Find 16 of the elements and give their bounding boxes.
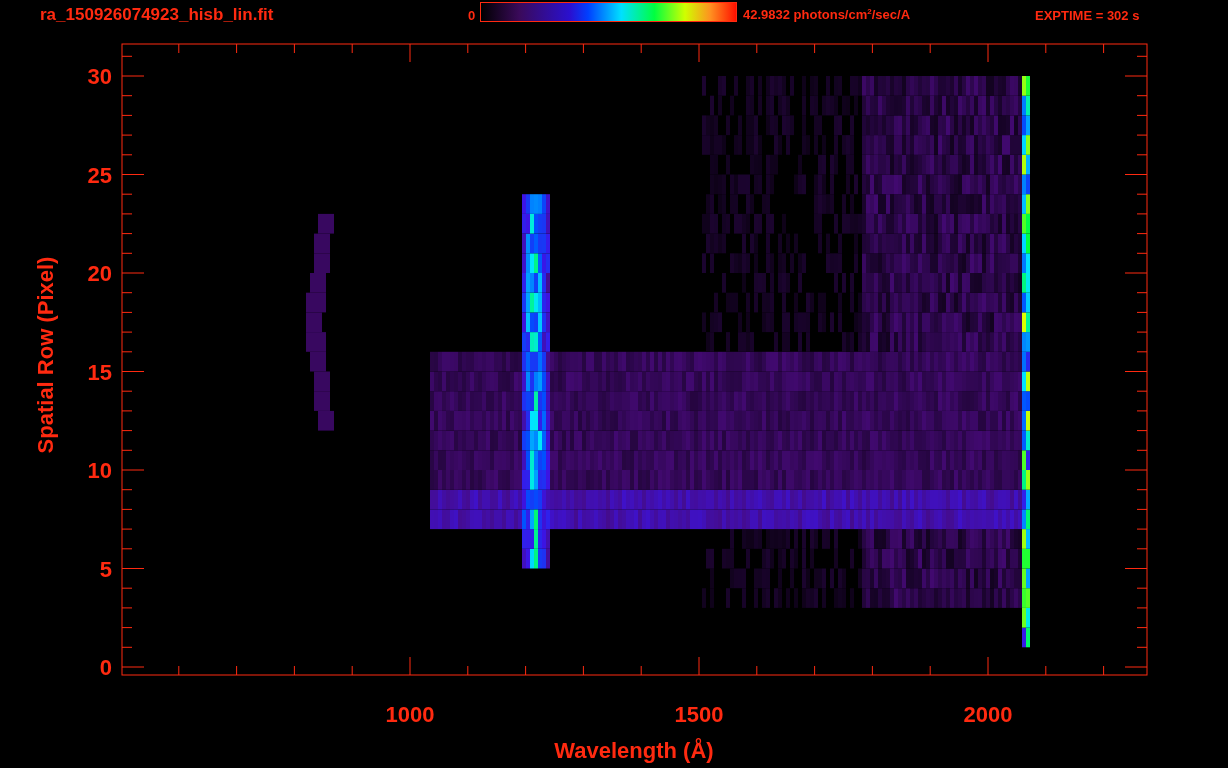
file-title: ra_150926074923_hisb_lin.fit [40,5,275,25]
colorbar-max-label: 42.9832 photons/cm$^{2}$/sec/A [742,7,912,23]
y-tick-label: 0 [99,655,112,680]
y-axis-label: Spatial Row (Pixel) [33,256,58,454]
exposure-time: EXPTIME = 302 s [1035,7,1140,23]
y-tick-label: 10 [87,458,112,483]
y-tick-label: 25 [87,162,112,188]
x-axis-label: Wavelength (Å) [554,738,714,763]
y-tick-label: 20 [87,261,112,286]
x-tick-label: 1000 [385,702,435,727]
y-tick-label: 5 [99,556,112,582]
colorbar-min-label: 0 [468,7,477,23]
x-tick-label: 1500 [674,702,724,727]
y-tick-label: 15 [87,359,112,385]
y-tick-label: 30 [87,64,112,89]
x-tick-label: 2000 [963,702,1013,727]
